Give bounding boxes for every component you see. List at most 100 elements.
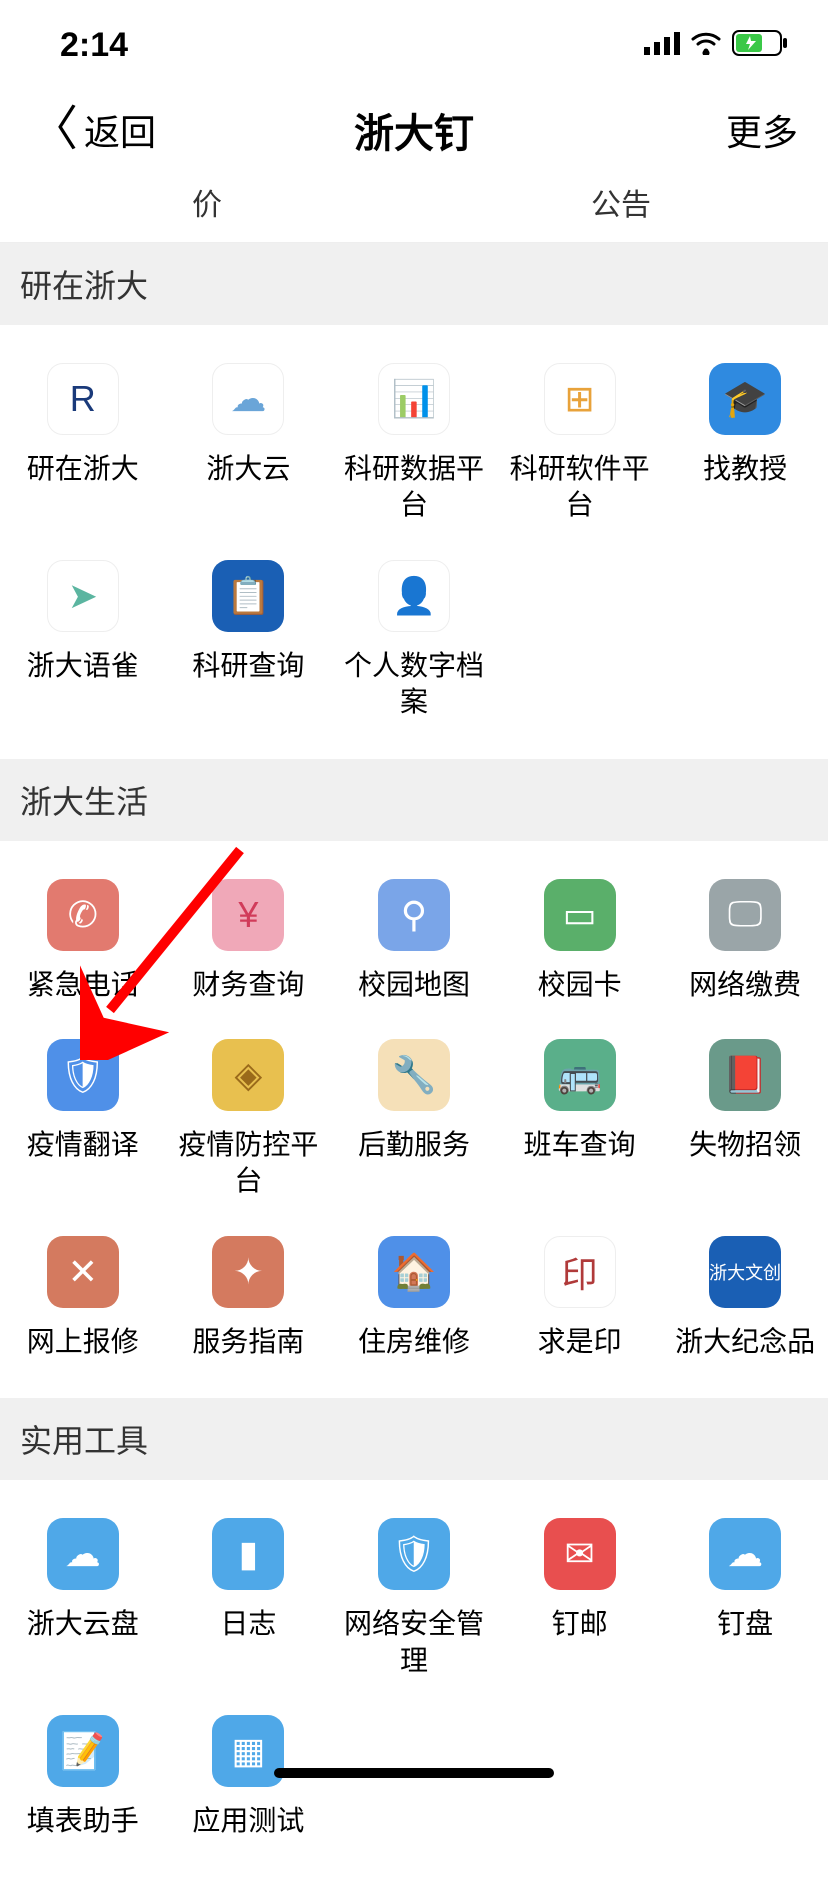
app-label: 科研软件平台 [501, 451, 659, 524]
journal-icon: ▮ [212, 1518, 284, 1590]
housing-repair-icon: 🏠 [378, 1236, 450, 1308]
app-item[interactable]: 👤 个人数字档案 [331, 542, 497, 739]
app-item[interactable]: 浙大文创浙大纪念品 [662, 1218, 828, 1378]
app-test-icon: ▦ [212, 1715, 284, 1787]
signal-icon [644, 31, 680, 60]
back-button[interactable]: 〈 返回 [30, 104, 156, 156]
app-label: 后勤服务 [358, 1127, 470, 1163]
app-item[interactable]: 🔧后勤服务 [331, 1021, 497, 1218]
app-item[interactable]: ➤浙大语雀 [0, 542, 166, 739]
ding-mail-icon: ✉ [544, 1518, 616, 1590]
app-item[interactable]: ☁浙大云盘 [0, 1500, 166, 1697]
network-fee-icon: 🖵 [709, 879, 781, 951]
lost-found-icon: 📕 [709, 1039, 781, 1111]
app-label: 钉盘 [717, 1606, 773, 1642]
section-header: 浙大生活 [0, 759, 828, 841]
status-bar: 2:14 [0, 0, 828, 90]
app-grid: ✆ 紧急电话 ¥ 财务查询 ⚲ 校园地图 ▭校园卡 🖵 网络缴费 🛡 疫情翻译 ◈疫情防控平台🔧后勤服… [0, 841, 828, 1399]
app-label: 网络缴费 [689, 967, 801, 1003]
online-repair-icon: ✕ [47, 1236, 119, 1308]
finance-query-icon: ¥ [212, 879, 284, 951]
campus-map-icon: ⚲ [378, 879, 450, 951]
app-item[interactable]: 🛡 疫情翻译 [0, 1021, 166, 1218]
shuttle-query-icon: 🚌 [544, 1039, 616, 1111]
app-label: 找教授 [703, 451, 787, 487]
tab-price[interactable]: 价 [0, 180, 414, 224]
app-item[interactable]: ✉ 钉邮 [497, 1500, 663, 1697]
status-indicators [644, 30, 788, 61]
app-grid: ☁浙大云盘▮日志 🛡 网络安全管理 ✉ 钉邮 ☁ 钉盘 📝 填表助手 ▦ 应用测试 [0, 1480, 828, 1877]
app-item[interactable]: 🛡 网络安全管理 [331, 1500, 497, 1697]
app-item[interactable]: ◈疫情防控平台 [166, 1021, 332, 1218]
app-item[interactable]: 📕 失物招领 [662, 1021, 828, 1218]
epidemic-translate-icon: 🛡 [47, 1039, 119, 1111]
app-label: 校园卡 [538, 967, 622, 1003]
app-label: 财务查询 [192, 967, 304, 1003]
app-label: 应用测试 [192, 1803, 304, 1839]
form-assistant-icon: 📝 [47, 1715, 119, 1787]
emergency-phone-icon: ✆ [47, 879, 119, 951]
zju-cloud-icon: ☁ [212, 363, 284, 435]
section-header: 实用工具 [0, 1398, 828, 1480]
app-item[interactable]: ▮日志 [166, 1500, 332, 1697]
app-label: 浙大语雀 [27, 648, 139, 684]
app-item[interactable]: ⚲ 校园地图 [331, 861, 497, 1021]
qiushi-seal-icon: 印 [544, 1236, 616, 1308]
app-item[interactable]: ⊞ 科研软件平台 [497, 345, 663, 542]
app-label: 紧急电话 [27, 967, 139, 1003]
wifi-icon [690, 31, 722, 60]
research-zju-icon: R [47, 363, 119, 435]
app-label: 科研数据平台 [335, 451, 493, 524]
app-item[interactable]: ✆ 紧急电话 [0, 861, 166, 1021]
research-software-icon: ⊞ [544, 363, 616, 435]
app-item[interactable]: ✦ 服务指南 [166, 1218, 332, 1378]
app-label: 浙大纪念品 [675, 1324, 815, 1360]
home-indicator[interactable] [274, 1768, 554, 1778]
app-item[interactable]: 📝 填表助手 [0, 1697, 166, 1857]
app-item[interactable]: ✕网上报修 [0, 1218, 166, 1378]
app-item[interactable]: ☁ 浙大云 [166, 345, 332, 542]
page-title: 浙大钉 [354, 101, 474, 159]
app-item[interactable]: 📋科研查询 [166, 542, 332, 739]
cloud-disk-icon: ☁ [47, 1518, 119, 1590]
app-item[interactable]: 📊 科研数据平台 [331, 345, 497, 542]
ding-disk-icon: ☁ [709, 1518, 781, 1590]
find-professor-icon: 🎓 [709, 363, 781, 435]
app-item[interactable]: ¥ 财务查询 [166, 861, 332, 1021]
tab-announcement[interactable]: 公告 [414, 180, 828, 224]
app-item[interactable]: 印求是印 [497, 1218, 663, 1378]
app-item[interactable]: ☁ 钉盘 [662, 1500, 828, 1697]
app-label: 住房维修 [358, 1324, 470, 1360]
app-label: 失物招领 [689, 1127, 801, 1163]
app-item[interactable]: 🎓 找教授 [662, 345, 828, 542]
app-label: 网络安全管理 [335, 1606, 493, 1679]
tabs: 价 公告 [0, 170, 828, 243]
app-item[interactable]: R研在浙大 [0, 345, 166, 542]
app-label: 科研查询 [192, 648, 304, 684]
app-label: 填表助手 [27, 1803, 139, 1839]
back-label: 返回 [84, 104, 156, 156]
digital-archive-icon: 👤 [378, 560, 450, 632]
more-button[interactable]: 更多 [726, 104, 798, 156]
app-label: 求是印 [538, 1324, 622, 1360]
service-guide-icon: ✦ [212, 1236, 284, 1308]
app-item[interactable]: 🖵 网络缴费 [662, 861, 828, 1021]
app-label: 个人数字档案 [335, 648, 493, 721]
app-label: 校园地图 [358, 967, 470, 1003]
app-label: 浙大云 [206, 451, 290, 487]
nav-header: 〈 返回 浙大钉 更多 [0, 90, 828, 170]
app-label: 钉邮 [552, 1606, 608, 1642]
souvenir-icon: 浙大文创 [709, 1236, 781, 1308]
app-item[interactable]: 🏠 住房维修 [331, 1218, 497, 1378]
epidemic-control-icon: ◈ [212, 1039, 284, 1111]
app-item[interactable]: 🚌班车查询 [497, 1021, 663, 1218]
status-time: 2:14 [60, 26, 128, 65]
network-security-icon: 🛡 [378, 1518, 450, 1590]
app-label: 疫情翻译 [27, 1127, 139, 1163]
battery-icon [732, 30, 788, 61]
app-label: 服务指南 [192, 1324, 304, 1360]
app-item[interactable]: ▭校园卡 [497, 861, 663, 1021]
app-grid: R研在浙大 ☁ 浙大云 📊 科研数据平台 ⊞ 科研软件平台 🎓 找教授 ➤浙大语雀📋科研查询 👤 个人… [0, 325, 828, 759]
research-data-icon: 📊 [378, 363, 450, 435]
section-header: 研在浙大 [0, 243, 828, 325]
